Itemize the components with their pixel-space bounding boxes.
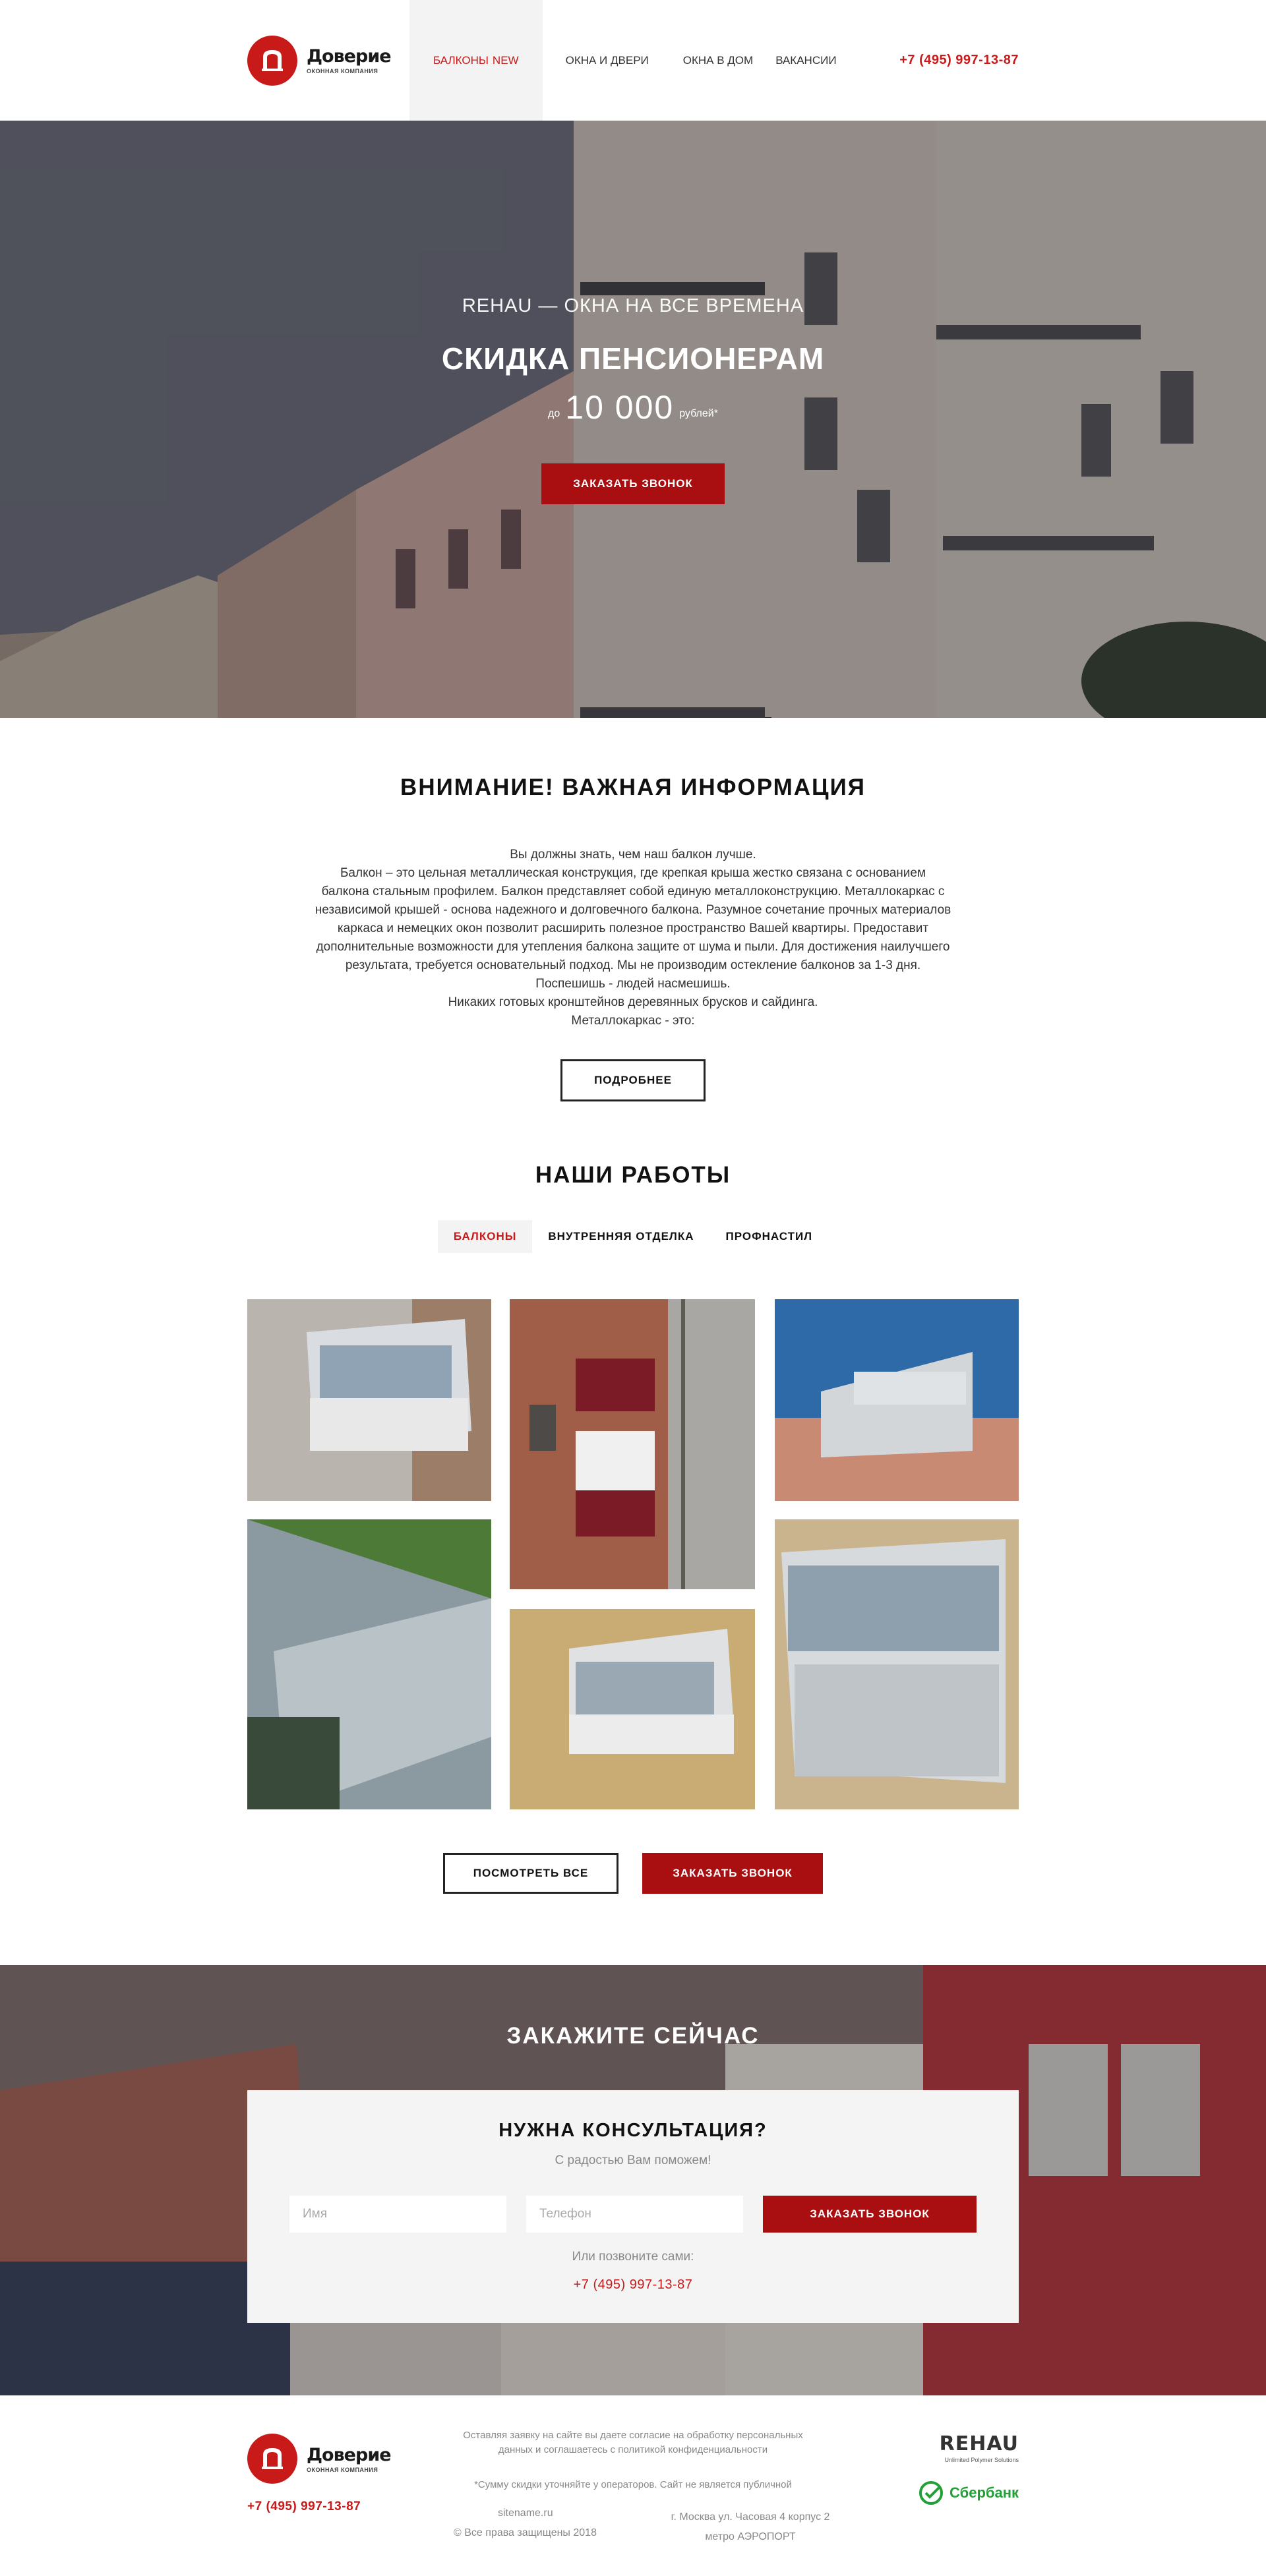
call-yourself-text: Или позвоните сами: [572, 2250, 694, 2264]
gallery-photo[interactable] [775, 1299, 1019, 1501]
site-footer: Доверие ОКОННАЯ КОМПАНИЯ +7 (495) 997-13… [0, 2395, 1266, 2564]
nav-label: БАЛКОНЫ [433, 53, 489, 67]
privacy-policy-link[interactable]: политикой конфиденциальности [618, 2444, 768, 2455]
works-tabs: БАЛКОНЫ ВНУТРЕННЯЯ ОТДЕЛКА ПРОФНАСТИЛ [0, 1220, 1266, 1253]
form-subtitle: С радостью Вам поможем! [555, 2153, 711, 2167]
info-line: Никаких готовых кронштейнов деревянных б… [448, 995, 818, 1009]
discount-note: *Сумму скидки уточняйте у операторов. Са… [474, 2479, 792, 2490]
logo-icon [247, 35, 297, 86]
info-title: ВНИМАНИЕ! ВАЖНАЯ ИНФОРМАЦИЯ [400, 775, 866, 800]
info-paragraph: Балкон – это цельная металлическая конст… [315, 866, 951, 991]
gallery-photo[interactable] [775, 1519, 1019, 1809]
site-name: sitename.ru [498, 2507, 553, 2519]
logo-subtitle: ОКОННАЯ КОМПАНИЯ [307, 2466, 378, 2473]
form-submit-button[interactable]: ЗАКАЗАТЬ ЗВОНОК [763, 2196, 977, 2233]
works-buttons: ПОСМОТРЕТЬ ВСЕ ЗАКАЗАТЬ ЗВОНОК [0, 1853, 1266, 1894]
tab-balconies[interactable]: БАЛКОНЫ [437, 1220, 533, 1253]
works-title: НАШИ РАБОТЫ [535, 1162, 731, 1188]
works-section: НАШИ РАБОТЫ БАЛКОНЫ ВНУТРЕННЯЯ ОТДЕЛКА П… [0, 1101, 1266, 1894]
footer-phone[interactable]: +7 (495) 997-13-87 [247, 2500, 361, 2514]
tab-profnastil[interactable]: ПРОФНАСТИЛ [710, 1220, 829, 1253]
order-section: ЗАКАЖИТЕ СЕЙЧАС НУЖНА КОНСУЛЬТАЦИЯ? С ра… [0, 1965, 1266, 2395]
nav-item-windows-house[interactable]: ОКНА В ДОМ [672, 0, 764, 121]
gallery-photo[interactable] [510, 1299, 755, 1589]
hero-title: СКИДКА ПЕНСИОНЕРАМ [441, 341, 825, 376]
works-call-button[interactable]: ЗАКАЗАТЬ ЗВОНОК [642, 1853, 823, 1894]
logo-subtitle: ОКОННАЯ КОМПАНИЯ [307, 68, 378, 74]
discount-amount: до 10 000 рублей* [0, 388, 1266, 426]
logo-icon [247, 2434, 297, 2484]
phone-input[interactable] [526, 2196, 743, 2233]
rehau-sub: Unlimited Polymer Solutions [944, 2457, 1019, 2463]
gallery-photo[interactable] [510, 1609, 755, 1809]
view-all-button[interactable]: ПОСМОТРЕТЬ ВСЕ [443, 1853, 618, 1894]
rehau-logo: REHAU Unlimited Polymer Solutions [940, 2432, 1019, 2463]
header-phone[interactable]: +7 (495) 997-13-87 [899, 53, 1019, 68]
sberbank-name: Сбербанк [950, 2484, 1019, 2501]
info-text: Вы должны знать, чем наш балкон лучше. Б… [315, 846, 951, 1030]
more-button[interactable]: ПОДРОБНЕЕ [560, 1059, 706, 1101]
logo-name: Доверие [307, 2444, 392, 2465]
tab-interior[interactable]: ВНУТРЕННЯЯ ОТДЕЛКА [532, 1220, 709, 1253]
site-header: Доверие ОКОННАЯ КОМПАНИЯ БАЛКОНЫ NEW ОКНА… [0, 0, 1266, 121]
logo-name: Доверие [307, 46, 392, 67]
rehau-name: REHAU [939, 2432, 1019, 2455]
info-line: Вы должны знать, чем наш балкон лучше. [510, 848, 756, 862]
discount-prefix: до [548, 408, 560, 419]
logo[interactable]: Доверие ОКОННАЯ КОМПАНИЯ [247, 35, 409, 86]
address: г. Москва ул. Часовая 4 корпус 2 метро А… [655, 2507, 846, 2547]
main-nav: БАЛКОНЫ NEW ОКНА И ДВЕРИ ОКНА В ДОМ ВАКАН… [409, 0, 848, 121]
form-title: НУЖНА КОНСУЛЬТАЦИЯ? [498, 2120, 768, 2141]
form-phone[interactable]: +7 (495) 997-13-87 [247, 2277, 1019, 2293]
sberbank-icon [919, 2481, 944, 2505]
hero-banner: REHAU — ОКНА НА ВСЕ ВРЕМЕНА СКИДКА ПЕНСИ… [0, 121, 1266, 718]
hero-subtitle: REHAU — ОКНА НА ВСЕ ВРЕМЕНА [462, 295, 804, 316]
address-street: г. Москва ул. Часовая 4 корпус 2 [671, 2511, 830, 2523]
works-gallery [247, 1299, 1019, 1813]
address-metro: метро АЭРОПОРТ [705, 2531, 796, 2542]
info-section: ВНИМАНИЕ! ВАЖНАЯ ИНФОРМАЦИЯ Вы должны зн… [0, 718, 1266, 1101]
name-input[interactable] [289, 2196, 506, 2233]
nav-item-windows-doors[interactable]: ОКНА И ДВЕРИ [543, 0, 672, 121]
order-title: ЗАКАЖИТЕ СЕЙЧАС [506, 2023, 760, 2049]
consent-text: Оставляя заявку на сайте вы даете соглас… [458, 2428, 808, 2457]
gallery-photo[interactable] [247, 1299, 491, 1501]
copyright: © Все права защищены 2018 [454, 2527, 597, 2538]
info-line: Металлокаркас - это: [571, 1014, 695, 1028]
nav-item-vacancies[interactable]: ВАКАНСИИ [764, 0, 847, 121]
hero-call-button[interactable]: ЗАКАЗАТЬ ЗВОНОК [541, 463, 725, 504]
consultation-form: НУЖНА КОНСУЛЬТАЦИЯ? С радостью Вам помож… [247, 2090, 1019, 2323]
gallery-photo[interactable] [247, 1519, 491, 1809]
footer-logo[interactable]: Доверие ОКОННАЯ КОМПАНИЯ [247, 2434, 392, 2484]
discount-suffix: рублей* [679, 408, 718, 419]
sberbank-logo: Сбербанк [919, 2481, 1019, 2505]
new-badge: NEW [492, 53, 519, 67]
discount-value: 10 000 [565, 389, 675, 426]
nav-item-balconies[interactable]: БАЛКОНЫ NEW [409, 0, 543, 121]
